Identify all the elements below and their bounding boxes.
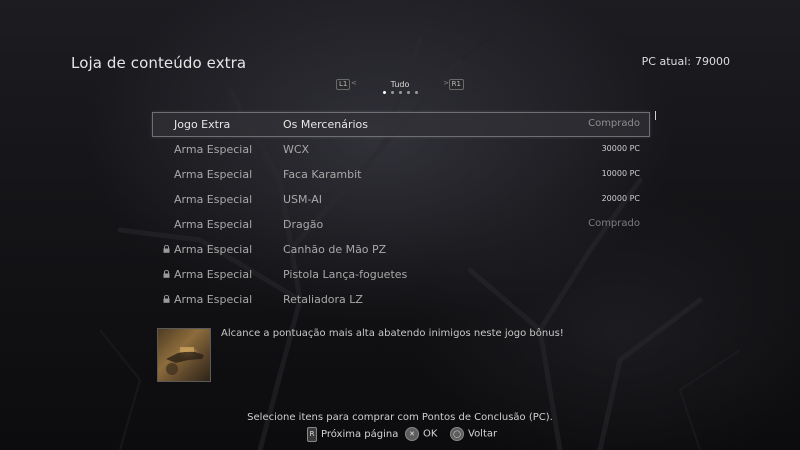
r1-button-icon[interactable]: R1 — [448, 79, 464, 90]
item-list[interactable]: Jogo Extra Os Mercenários Comprado Arma Esp… — [152, 112, 650, 312]
prompt-voltar[interactable]: ◯ Voltar — [450, 427, 497, 441]
item-category: Jogo Extra — [174, 118, 231, 131]
prompt-label: Próxima página — [321, 429, 399, 440]
store-item-row[interactable]: Arma Especial Dragão Comprado — [152, 212, 650, 237]
store-item-row[interactable]: Arma Especial WCX 30000 PC — [152, 137, 650, 162]
store-item-row[interactable]: Arma Especial Faca Karambit 10000 PC — [152, 162, 650, 187]
tab-page-dot — [398, 91, 402, 94]
item-name: Canhão de Mão PZ — [283, 243, 387, 256]
store-item-row[interactable]: Jogo Extra Os Mercenários Comprado — [152, 112, 650, 137]
item-purchased-status: Comprado — [588, 218, 640, 229]
prompt-label: Voltar — [468, 428, 498, 440]
circle-button-icon: ◯ — [450, 427, 464, 441]
current-points: PC atual: 79000 — [642, 55, 730, 68]
item-category: Arma Especial — [174, 293, 253, 306]
item-category: Arma Especial — [174, 193, 253, 206]
tab-page-dot — [406, 91, 410, 94]
item-name: Dragão — [283, 218, 324, 231]
store-screen: Loja de conteúdo extra PC atual: 79000 L1… — [0, 0, 800, 450]
item-category: Arma Especial — [174, 243, 253, 256]
item-price: 30000 PC — [601, 144, 640, 153]
mercenaries-thumbnail-icon — [166, 347, 204, 375]
points-label: PC atual: — [641, 55, 691, 68]
prompt-ok[interactable]: ✕ OK — [405, 427, 437, 441]
item-name: Retaliadora LZ — [283, 293, 363, 306]
item-name: WCX — [283, 143, 310, 156]
store-item-row[interactable]: Arma Especial Pistola Lança-foguetes — [152, 262, 650, 287]
page-title: Loja de conteúdo extra — [71, 54, 247, 72]
lock-icon — [163, 245, 170, 253]
store-item-row[interactable]: Arma Especial Canhão de Mão PZ — [152, 237, 650, 262]
tab-page-dot — [414, 91, 418, 94]
footer-instruction: Selecione itens para comprar com Pontos … — [247, 412, 553, 423]
item-description: Alcance a pontuação mais alta abatendo i… — [221, 328, 564, 339]
r-button-icon: R — [307, 427, 317, 442]
tab-page-indicator — [335, 91, 465, 94]
item-price: 20000 PC — [601, 194, 640, 203]
scrollbar[interactable] — [655, 111, 657, 311]
item-name: Pistola Lança-foguetes — [283, 268, 408, 281]
category-tab-bar[interactable]: L1 < Tudo > R1 — [335, 78, 465, 98]
item-name: Faca Karambit — [283, 168, 362, 181]
prompt-label: OK — [423, 428, 438, 440]
item-purchased-status: Comprado — [588, 118, 640, 129]
item-name: USM-AI — [283, 193, 323, 206]
item-category: Arma Especial — [174, 168, 253, 181]
circle-button-glyph: ◯ — [453, 430, 461, 438]
item-name: Os Mercenários — [283, 118, 368, 131]
store-item-row[interactable]: Arma Especial USM-AI 20000 PC — [152, 187, 650, 212]
store-item-row[interactable]: Arma Especial Retaliadora LZ — [152, 287, 650, 312]
r-button-glyph: R — [309, 430, 315, 438]
lock-icon — [163, 295, 170, 303]
tab-page-dot — [390, 91, 394, 94]
item-thumbnail-image — [157, 328, 211, 382]
item-category: Arma Especial — [174, 218, 253, 231]
scrollbar-thumb[interactable] — [655, 111, 656, 120]
lock-icon — [163, 270, 170, 278]
points-value: 79000 — [695, 55, 730, 68]
cross-button-icon: ✕ — [405, 427, 419, 441]
cross-button-glyph: ✕ — [409, 430, 415, 438]
tab-page-dot — [382, 91, 386, 94]
item-category: Arma Especial — [174, 143, 253, 156]
prompt-pr-xima-p-gina[interactable]: R Próxima página — [307, 427, 398, 442]
item-category: Arma Especial — [174, 268, 253, 281]
item-price: 10000 PC — [601, 169, 640, 178]
